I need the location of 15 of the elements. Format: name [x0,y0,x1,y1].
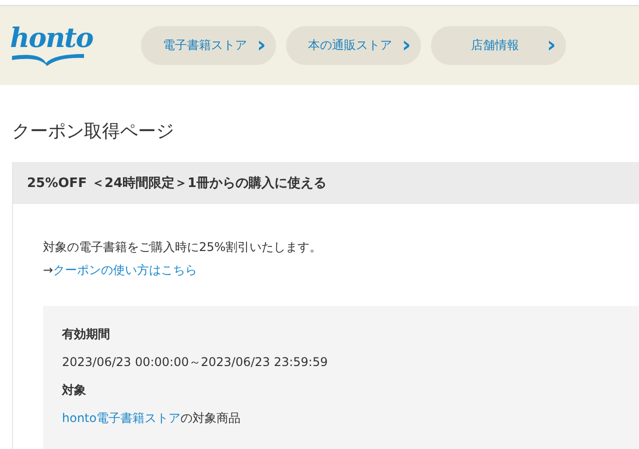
page-title: クーポン取得ページ [12,120,175,144]
arrow-text: → [43,262,54,279]
nav-button[interactable]: 本の通販ストア › [286,26,421,65]
detail-value: の対象商品 [180,411,241,425]
detail-label: 有効期間 [62,326,111,343]
store-link[interactable]: honto電子書籍ストア [62,411,181,425]
detail-value: 2023/06/23 00:00:00～2023/06/23 23:59:59 [62,355,328,369]
logo-text[interactable]: honto [10,26,93,52]
nav-button[interactable]: 店舗情報 › [431,26,566,65]
coupon-description: 対象の電子書籍をご購入時に25%割引いたします。 [43,239,323,256]
detail-label: 対象 [62,382,87,399]
help-link[interactable]: クーポンの使い方はこちら [53,259,198,282]
coupon-title: 25%OFF ＜24時間限定＞1冊からの購入に使える [13,162,639,204]
nav-button[interactable]: 電子書籍ストア › [141,26,276,65]
swoosh-icon [10,52,86,66]
